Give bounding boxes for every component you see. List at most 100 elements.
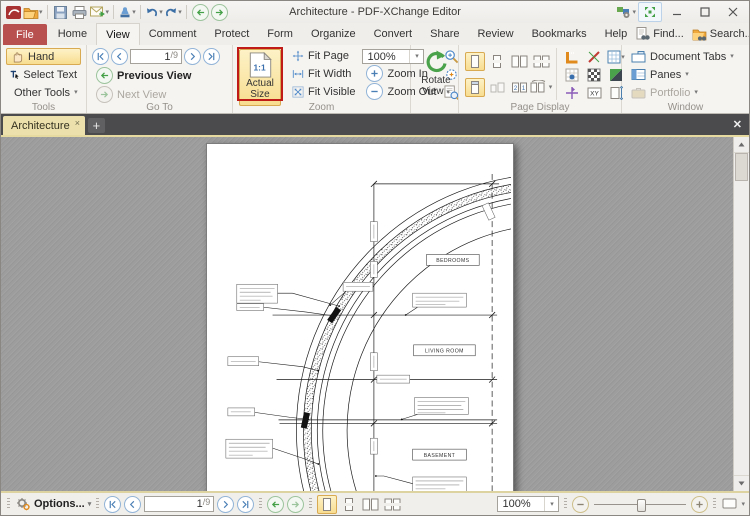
zoom-in-button[interactable] [691,496,708,513]
redo-button[interactable]: ▾ [164,3,182,21]
tab-comment[interactable]: Comment [140,23,206,45]
single-page-button[interactable] [465,52,485,71]
scrollbar-thumb[interactable] [735,153,748,181]
tab-help[interactable]: Help [596,23,637,45]
two-pages-button[interactable] [510,53,529,70]
two-pages-button[interactable] [361,496,380,513]
previous-page-button[interactable] [124,496,141,513]
statusbar-splitter[interactable] [713,498,716,510]
new-tab-button[interactable]: + [88,118,105,133]
options-button[interactable]: Options... ▾ [15,497,91,511]
transparency-grid-button[interactable] [586,67,602,83]
previous-view-button[interactable] [267,496,284,513]
panes-button[interactable]: Panes ▾ [627,66,744,83]
tab-form[interactable]: Form [258,23,302,45]
show-cover-page-button[interactable] [465,78,485,97]
page-thumbnails-icon [489,80,506,95]
statusbar-splitter[interactable] [564,498,567,510]
two-pages-continuous-button[interactable] [383,496,402,513]
chevron-down-icon[interactable]: ▾ [741,501,745,508]
scroll-mode-button[interactable]: ▾ [529,79,554,96]
tab-convert[interactable]: Convert [365,23,422,45]
tab-organize[interactable]: Organize [302,23,365,45]
guides-button[interactable] [564,85,580,101]
snap-to-grid-button[interactable] [564,67,580,83]
tab-review[interactable]: Review [468,23,522,45]
fit-visible-button[interactable]: Fit Visible [288,83,359,100]
actual-size-button[interactable]: 1:1 Actual Size [239,49,281,106]
maximize-button[interactable] [692,3,718,21]
statusbar-splitter[interactable] [309,498,312,510]
previous-page-button[interactable] [111,48,128,65]
hand-tool-button[interactable]: Hand [6,48,81,65]
search-button[interactable]: Search... [692,28,750,41]
chevron-down-icon: ▾ [74,89,78,96]
tab-share[interactable]: Share [421,23,468,45]
minimize-button[interactable] [664,3,690,21]
fit-width-button[interactable]: Fit Width [288,66,359,83]
history-back-button[interactable] [191,3,209,21]
two-pages-continuous-button[interactable] [532,53,551,70]
history-forward-button[interactable] [210,3,228,21]
page-boxes-icon [609,86,623,100]
tab-view[interactable]: View [96,23,140,46]
close-all-button[interactable]: ✕ [733,118,742,131]
document-tab-architecture[interactable]: Architecture × [3,116,85,135]
document-viewport[interactable]: BEDROOMS LIVING ROOM BASEMENT [1,137,749,491]
email-button[interactable]: ▾ [90,3,110,21]
find-button[interactable]: Find... [636,27,684,41]
page-number-field[interactable]: 1/9 [144,496,214,512]
next-page-button[interactable] [184,48,201,65]
ui-options-button[interactable]: ▾ [616,3,636,21]
rulers-button[interactable] [564,49,580,65]
stamp-button[interactable]: ▾ [118,3,136,21]
fullscreen-button[interactable] [638,2,662,22]
statusbar-splitter[interactable] [96,498,99,510]
fullscreen-mode-button[interactable] [721,497,738,511]
tab-home[interactable]: Home [49,23,96,45]
first-page-button[interactable] [92,48,109,65]
print-button[interactable] [71,3,89,21]
last-page-button[interactable] [237,496,254,513]
scroll-up-button[interactable] [734,137,749,153]
tab-file[interactable]: File [3,24,47,45]
undo-button[interactable]: ▾ [145,3,163,21]
rotate-view-button[interactable]: Rotate View ▾ [416,48,456,108]
next-view-button[interactable] [287,496,304,513]
zoom-level-combo[interactable]: 100% ▾ [497,496,559,512]
zoom-slider[interactable] [594,504,686,505]
reading-order-button[interactable]: 21 [510,79,529,96]
vertical-scrollbar[interactable] [733,137,749,491]
page-number-field[interactable]: 1/9 [130,49,182,64]
statusbar-splitter[interactable] [259,498,262,510]
fit-page-button[interactable]: Fit Page [288,48,359,65]
continuous-icon [341,497,357,512]
save-button[interactable] [52,3,70,21]
select-text-button[interactable]: Select Text [6,66,81,83]
statusbar-splitter[interactable] [7,498,10,510]
document-tabs-button[interactable]: Document Tabs ▾ [627,48,744,65]
document-tab-bar: Architecture × + ✕ [1,114,749,137]
next-view-button[interactable]: Next View [92,86,227,103]
tab-close-icon[interactable]: × [75,118,80,128]
open-button[interactable]: ▾ [23,3,43,21]
single-page-button[interactable] [317,495,337,514]
close-button[interactable] [720,3,746,21]
continuous-button[interactable] [340,496,358,513]
coordinates-button[interactable]: XY [586,85,603,101]
continuous-button[interactable] [488,53,506,70]
zoom-out-button[interactable] [572,496,589,513]
other-tools-button[interactable]: Other Tools ▾ [6,84,81,101]
zoom-slider-handle[interactable] [637,499,646,512]
page-thumbnails-button[interactable] [488,79,507,96]
previous-view-button[interactable]: Previous View [92,67,227,84]
last-page-button[interactable] [203,48,220,65]
next-page-button[interactable] [217,496,234,513]
pdf-page[interactable]: BEDROOMS LIVING ROOM BASEMENT [206,143,514,491]
measure-button[interactable] [586,49,602,65]
portfolio-button[interactable]: Portfolio ▾ [627,84,744,101]
tab-protect[interactable]: Protect [205,23,258,45]
scroll-down-button[interactable] [734,475,749,491]
tab-bookmarks[interactable]: Bookmarks [523,23,596,45]
first-page-button[interactable] [104,496,121,513]
